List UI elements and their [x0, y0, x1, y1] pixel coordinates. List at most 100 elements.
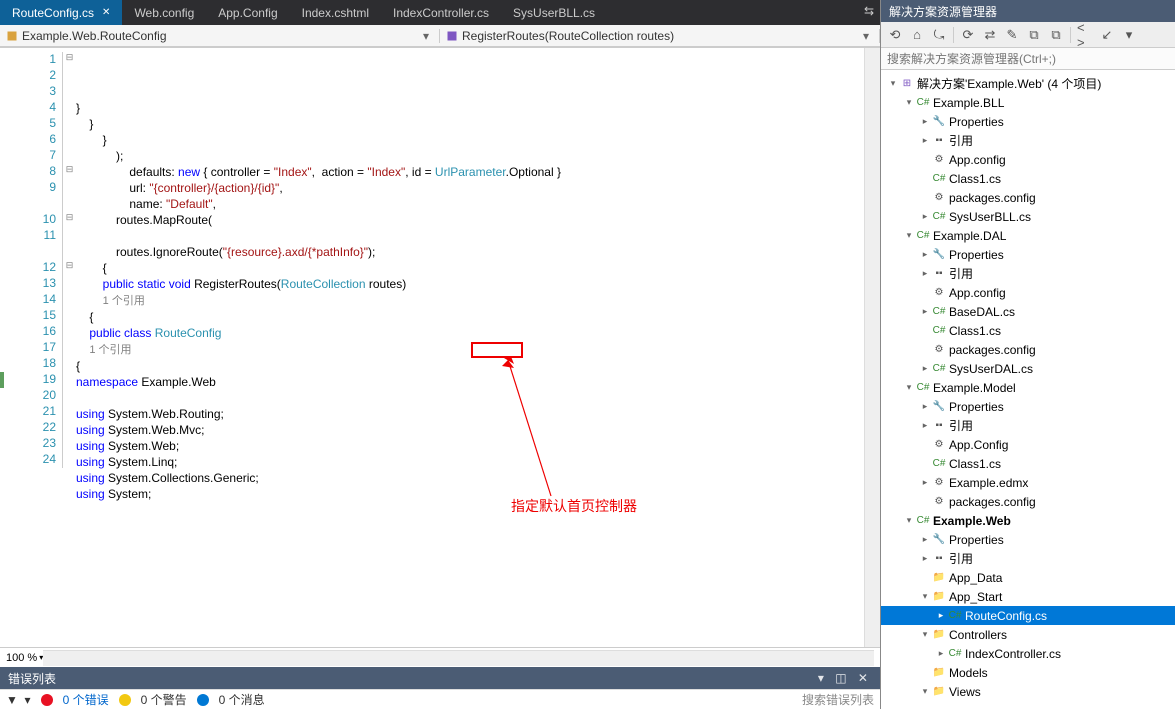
toolbar-icon[interactable]: < >: [1077, 27, 1093, 43]
code-line[interactable]: defaults: new { controller = "Index", ac…: [76, 164, 864, 180]
tree-node--[interactable]: ▸▪▪引用: [881, 416, 1175, 435]
error-list-header[interactable]: 错误列表 ▾ ◫ ✕: [0, 667, 880, 689]
expand-icon[interactable]: ▸: [935, 648, 947, 659]
code-line[interactable]: [76, 84, 864, 100]
code-line[interactable]: public class RouteConfig: [76, 325, 864, 341]
code-line[interactable]: [76, 228, 864, 244]
tree-node-example-edmx[interactable]: ▸⚙Example.edmx: [881, 473, 1175, 492]
tree-node-example-web[interactable]: ▾C#Example.Web: [881, 511, 1175, 530]
code-line[interactable]: using System.Web.Mvc;: [76, 422, 864, 438]
code-line[interactable]: }: [76, 116, 864, 132]
tree-node-sysuserbll-cs[interactable]: ▸C#SysUserBLL.cs: [881, 207, 1175, 226]
expand-icon[interactable]: ▾: [919, 591, 931, 602]
tree-node--[interactable]: ▸▪▪引用: [881, 131, 1175, 150]
code-line[interactable]: routes.MapRoute(: [76, 212, 864, 228]
code-editor[interactable]: 123456789101112131415161718192021222324 …: [0, 47, 880, 647]
expand-icon[interactable]: ▸: [919, 477, 931, 488]
code-line[interactable]: using System.Linq;: [76, 454, 864, 470]
expand-icon[interactable]: ▸: [919, 268, 931, 279]
expand-icon[interactable]: ▾: [903, 382, 915, 393]
chevron-down-icon[interactable]: ▾: [859, 29, 873, 43]
breadcrumb-class[interactable]: Example.Web.RouteConfig ▾: [0, 29, 440, 43]
toolbar-icon[interactable]: ⟳: [960, 27, 976, 43]
code-line[interactable]: public static void RegisterRoutes(RouteC…: [76, 276, 864, 292]
expand-icon[interactable]: ▾: [887, 78, 899, 89]
expand-icon[interactable]: ▸: [919, 534, 931, 545]
code-line[interactable]: 1 个引用: [76, 341, 864, 358]
expand-icon[interactable]: ▾: [919, 686, 931, 697]
tree-node-class1-cs[interactable]: C#Class1.cs: [881, 321, 1175, 340]
tree-node-views[interactable]: ▾📁Views: [881, 682, 1175, 701]
toolbar-icon[interactable]: ⇄: [982, 27, 998, 43]
tree-node-properties[interactable]: ▸🔧Properties: [881, 397, 1175, 416]
expand-icon[interactable]: ▸: [919, 420, 931, 431]
tree-node-packages-config[interactable]: ⚙packages.config: [881, 188, 1175, 207]
tree-node-example-dal[interactable]: ▾C#Example.DAL: [881, 226, 1175, 245]
code-area[interactable]: } } } ); defaults: new { controller = "I…: [76, 48, 864, 647]
tree-node-packages-config[interactable]: ⚙packages.config: [881, 492, 1175, 511]
code-line[interactable]: namespace Example.Web: [76, 374, 864, 390]
code-line[interactable]: routes.IgnoreRoute("{resource}.axd/{*pat…: [76, 244, 864, 260]
code-line[interactable]: {: [76, 309, 864, 325]
tree-node-controllers[interactable]: ▾📁Controllers: [881, 625, 1175, 644]
expand-icon[interactable]: ▸: [919, 116, 931, 127]
tree-node-app-config[interactable]: ⚙App.config: [881, 283, 1175, 302]
error-search[interactable]: 搜索错误列表: [802, 691, 874, 708]
tab-indexcontroller-cs[interactable]: IndexController.cs: [381, 0, 501, 25]
code-line[interactable]: using System.Collections.Generic;: [76, 470, 864, 486]
horizontal-scrollbar[interactable]: [43, 650, 874, 666]
toolbar-icon[interactable]: ↙: [1099, 27, 1115, 43]
breadcrumb-method[interactable]: RegisterRoutes(RouteCollection routes) ▾: [440, 29, 880, 43]
tree-node-properties[interactable]: ▸🔧Properties: [881, 112, 1175, 131]
expand-icon[interactable]: ▸: [935, 610, 947, 621]
tree-node-app-config[interactable]: ⚙App.Config: [881, 435, 1175, 454]
tree-node-app-config[interactable]: ⚙App.config: [881, 150, 1175, 169]
expand-icon[interactable]: ▸: [919, 401, 931, 412]
tab-app-config[interactable]: App.Config: [206, 0, 289, 25]
tab-routeconfig-cs[interactable]: RouteConfig.cs✕: [0, 0, 122, 25]
outline-gutter[interactable]: ⊟⊟⊟⊟: [62, 48, 76, 647]
expand-icon[interactable]: ▾: [903, 515, 915, 526]
code-line[interactable]: using System.Web;: [76, 438, 864, 454]
code-line[interactable]: 1 个引用: [76, 292, 864, 309]
tab-web-config[interactable]: Web.config: [122, 0, 206, 25]
tree-node-sysuserdal-cs[interactable]: ▸C#SysUserDAL.cs: [881, 359, 1175, 378]
tree-node-routeconfig-cs[interactable]: ▸C#RouteConfig.cs: [881, 606, 1175, 625]
toolbar-icon[interactable]: ▾: [1121, 27, 1137, 43]
tree-node--example-web-4-[interactable]: ▾⊞解决方案'Example.Web' (4 个项目): [881, 74, 1175, 93]
tab-sysuserbll-cs[interactable]: SysUserBLL.cs: [501, 0, 607, 25]
code-line[interactable]: url: "{controller}/{action}/{id}",: [76, 180, 864, 196]
tree-node-example-model[interactable]: ▾C#Example.Model: [881, 378, 1175, 397]
code-line[interactable]: using System.Web.Routing;: [76, 406, 864, 422]
toolbar-icon[interactable]: ⤿: [931, 27, 947, 43]
tree-node-models[interactable]: 📁Models: [881, 663, 1175, 682]
expand-icon[interactable]: ▸: [919, 135, 931, 146]
tree-node--[interactable]: ▸▪▪引用: [881, 549, 1175, 568]
toolbar-icon[interactable]: ⟲: [887, 27, 903, 43]
tree-node-properties[interactable]: ▸🔧Properties: [881, 245, 1175, 264]
expand-icon[interactable]: ▸: [919, 249, 931, 260]
expand-icon[interactable]: ▸: [919, 553, 931, 564]
vertical-scrollbar[interactable]: [864, 48, 880, 647]
error-list-filter[interactable]: ▼ ▾ 0 个错误 0 个警告 0 个消息 搜索错误列表: [0, 689, 880, 709]
tree-node-app_start[interactable]: ▾📁App_Start: [881, 587, 1175, 606]
code-line[interactable]: );: [76, 148, 864, 164]
chevron-down-icon[interactable]: ▾: [419, 29, 433, 43]
tabs-overflow[interactable]: ⇆: [858, 0, 880, 25]
expand-icon[interactable]: ▸: [919, 363, 931, 374]
tree-node-app_data[interactable]: 📁App_Data: [881, 568, 1175, 587]
tree-node-class1-cs[interactable]: C#Class1.cs: [881, 169, 1175, 188]
tree-node-indexcontroller-cs[interactable]: ▸C#IndexController.cs: [881, 644, 1175, 663]
expand-icon[interactable]: ▾: [903, 230, 915, 241]
solution-search[interactable]: [881, 48, 1175, 70]
tree-node-packages-config[interactable]: ⚙packages.config: [881, 340, 1175, 359]
toolbar-icon[interactable]: ⌂: [909, 27, 925, 43]
expand-icon[interactable]: ▾: [919, 629, 931, 640]
toolbar-icon[interactable]: ✎: [1004, 27, 1020, 43]
code-line[interactable]: [76, 390, 864, 406]
expand-icon[interactable]: ▸: [919, 211, 931, 222]
code-line[interactable]: }: [76, 132, 864, 148]
expand-icon[interactable]: ▸: [919, 306, 931, 317]
tab-index-cshtml[interactable]: Index.cshtml: [290, 0, 381, 25]
tree-node-class1-cs[interactable]: C#Class1.cs: [881, 454, 1175, 473]
